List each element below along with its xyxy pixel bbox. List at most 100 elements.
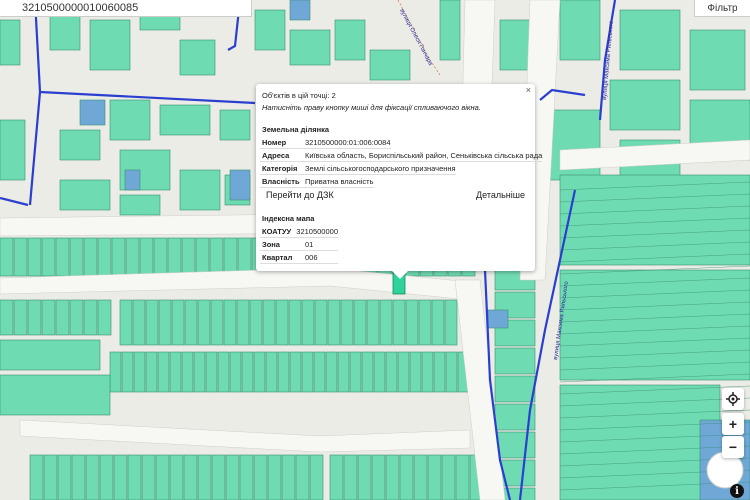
parcel[interactable] (343, 454, 358, 500)
zoom-in-button[interactable]: + (722, 413, 744, 435)
parcel[interactable] (197, 454, 212, 500)
parcel[interactable] (281, 454, 296, 500)
parcel[interactable] (71, 454, 86, 500)
locate-button[interactable] (722, 388, 744, 410)
parcel[interactable] (409, 351, 422, 393)
parcel[interactable] (181, 237, 196, 277)
parcel[interactable] (69, 237, 84, 277)
parcel[interactable] (253, 351, 266, 393)
parcel[interactable] (141, 454, 156, 500)
parcel[interactable] (366, 299, 380, 346)
zoom-out-button[interactable]: − (722, 436, 744, 458)
parcel[interactable] (431, 299, 445, 346)
parcel[interactable] (99, 454, 114, 500)
parcel[interactable] (487, 309, 509, 329)
go-to-dzk-link[interactable]: Перейти до ДЗК (266, 190, 334, 200)
parcel[interactable] (439, 0, 461, 61)
parcel[interactable] (559, 0, 601, 61)
parcel[interactable] (119, 194, 161, 216)
parcel[interactable] (265, 351, 278, 393)
parcel[interactable] (223, 237, 238, 277)
parcel[interactable] (125, 237, 140, 277)
parcel[interactable] (385, 351, 398, 393)
parcel[interactable] (253, 454, 268, 500)
parcel[interactable] (145, 351, 158, 393)
parcel[interactable] (43, 454, 58, 500)
parcel[interactable] (413, 454, 428, 500)
parcel[interactable] (184, 299, 198, 346)
parcel[interactable] (55, 299, 70, 336)
parcel[interactable] (494, 347, 536, 375)
parcel[interactable] (0, 299, 14, 336)
parcel[interactable] (97, 237, 112, 277)
parcel[interactable] (153, 237, 168, 277)
parcel[interactable] (289, 29, 331, 66)
parcel[interactable] (119, 299, 133, 346)
parcel[interactable] (559, 384, 721, 500)
parcel[interactable] (0, 19, 21, 66)
parcel[interactable] (289, 0, 311, 21)
parcel[interactable] (69, 299, 84, 336)
parcel[interactable] (109, 99, 151, 141)
parcel[interactable] (167, 237, 182, 277)
parcel[interactable] (433, 351, 446, 393)
parcel[interactable] (353, 299, 367, 346)
parcel[interactable] (441, 454, 456, 500)
parcel[interactable] (97, 299, 112, 336)
parcel[interactable] (13, 237, 28, 277)
parcel[interactable] (559, 269, 750, 381)
parcel[interactable] (357, 454, 372, 500)
parcel[interactable] (225, 454, 240, 500)
parcel[interactable] (157, 351, 170, 393)
search-input[interactable]: 3210500000010060085 (0, 0, 252, 17)
info-icon[interactable]: i (730, 484, 744, 498)
parcel[interactable] (155, 454, 170, 500)
parcel[interactable] (619, 9, 681, 71)
parcel[interactable] (169, 454, 184, 500)
parcel[interactable] (689, 29, 746, 91)
parcel[interactable] (0, 374, 111, 416)
parcel[interactable] (329, 454, 344, 500)
parcel[interactable] (193, 351, 206, 393)
parcel[interactable] (145, 299, 159, 346)
parcel[interactable] (158, 299, 172, 346)
parcel[interactable] (89, 19, 131, 71)
parcel[interactable] (183, 454, 198, 500)
details-link[interactable]: Детальніше (476, 190, 525, 200)
parcel[interactable] (405, 299, 419, 346)
parcel[interactable] (219, 109, 251, 141)
parcel[interactable] (124, 169, 141, 191)
parcel[interactable] (327, 299, 341, 346)
parcel[interactable] (325, 351, 338, 393)
parcel[interactable] (289, 351, 302, 393)
parcel[interactable] (349, 351, 362, 393)
parcel[interactable] (444, 299, 458, 346)
parcel[interactable] (340, 299, 354, 346)
parcel[interactable] (301, 299, 315, 346)
parcel[interactable] (217, 351, 230, 393)
parcel[interactable] (455, 454, 470, 500)
parcel[interactable] (13, 299, 28, 336)
parcel[interactable] (254, 9, 286, 51)
parcel[interactable] (392, 299, 406, 346)
parcel[interactable] (113, 454, 128, 500)
parcel[interactable] (41, 237, 56, 277)
parcel[interactable] (371, 454, 386, 500)
parcel[interactable] (181, 351, 194, 393)
parcel[interactable] (132, 299, 146, 346)
parcel[interactable] (277, 351, 290, 393)
parcel[interactable] (337, 351, 350, 393)
parcel[interactable] (169, 351, 182, 393)
parcel[interactable] (59, 129, 101, 161)
parcel[interactable] (267, 454, 282, 500)
parcel[interactable] (295, 454, 310, 500)
parcel[interactable] (559, 174, 750, 266)
parcel[interactable] (0, 119, 26, 181)
parcel[interactable] (249, 299, 263, 346)
parcel[interactable] (236, 299, 250, 346)
parcel[interactable] (609, 79, 681, 131)
parcel[interactable] (418, 299, 432, 346)
parcel[interactable] (27, 299, 42, 336)
parcel[interactable] (41, 299, 56, 336)
parcel[interactable] (445, 351, 458, 393)
